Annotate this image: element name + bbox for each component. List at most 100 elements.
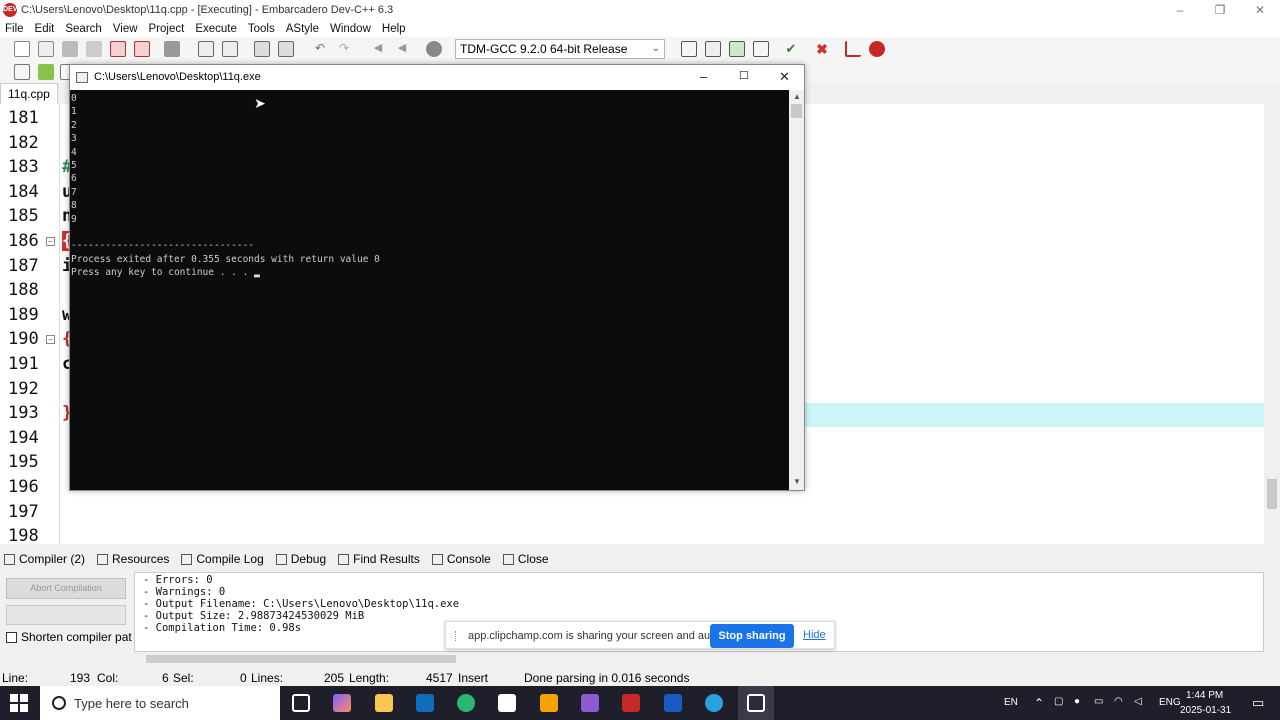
- log-scroll-thumb[interactable]: [146, 655, 456, 663]
- tab-close[interactable]: Close: [502, 552, 549, 566]
- network-icon[interactable]: ▢: [1054, 696, 1063, 707]
- menu-project[interactable]: Project: [149, 23, 185, 35]
- open-icon[interactable]: [38, 41, 54, 57]
- volume-icon[interactable]: ◁: [1134, 696, 1142, 707]
- clock-date[interactable]: 2025-01-31: [1180, 705, 1231, 716]
- paint-icon[interactable]: [540, 694, 558, 712]
- close-icon[interactable]: [110, 41, 126, 57]
- word-icon[interactable]: [664, 694, 682, 712]
- menu-view[interactable]: View: [113, 23, 138, 35]
- insert-icon[interactable]: [38, 64, 54, 80]
- minimize-button[interactable]: –: [1160, 0, 1200, 20]
- menu-file[interactable]: File: [5, 23, 24, 35]
- tab-find-results[interactable]: Find Results: [338, 552, 420, 566]
- save-all-icon[interactable]: [86, 41, 102, 57]
- input-method-indicator[interactable]: ENG: [1159, 697, 1181, 708]
- menu-execute[interactable]: Execute: [195, 23, 237, 35]
- wifi-icon[interactable]: ◠: [1114, 696, 1123, 707]
- replace-icon[interactable]: [222, 41, 238, 57]
- windows-start-icon[interactable]: [10, 694, 28, 712]
- save-icon[interactable]: [62, 41, 78, 57]
- chart-icon[interactable]: [845, 41, 861, 57]
- visual-studio-icon[interactable]: [581, 694, 599, 712]
- copilot-icon[interactable]: [333, 694, 351, 712]
- bookmark-icon[interactable]: [426, 41, 442, 57]
- clock-time[interactable]: 1:44 PM: [1186, 690, 1223, 701]
- new-file-icon[interactable]: [14, 41, 30, 57]
- log-horizontal-scrollbar[interactable]: [134, 652, 1264, 666]
- tab-console[interactable]: Console: [431, 552, 491, 566]
- language-indicator[interactable]: EN: [1004, 697, 1018, 708]
- menu-window[interactable]: Window: [330, 23, 371, 35]
- editor-scrollbar[interactable]: [1264, 104, 1280, 544]
- console-title-bar[interactable]: C:\Users\Lenovo\Desktop\11q.exe – ☐ ✕: [70, 65, 804, 90]
- close-window-button[interactable]: ✕: [1240, 0, 1280, 20]
- status-col-value: 6: [162, 671, 169, 685]
- menu-help[interactable]: Help: [382, 23, 406, 35]
- close-all-icon[interactable]: [134, 41, 150, 57]
- layout-icon[interactable]: [705, 41, 721, 57]
- devcpp-taskbar-icon[interactable]: [622, 694, 640, 712]
- undo-icon[interactable]: ↶: [312, 41, 328, 57]
- grid-icon[interactable]: [681, 41, 697, 57]
- tab-debug[interactable]: Debug: [275, 552, 326, 566]
- task-view-icon[interactable]: [292, 694, 310, 712]
- abort-compilation-button[interactable]: Abort Compilation: [6, 578, 126, 599]
- console-close-button[interactable]: ✕: [779, 69, 790, 85]
- tab-compiler[interactable]: Compiler (2): [4, 552, 85, 566]
- stop-sharing-button[interactable]: Stop sharing: [710, 624, 794, 648]
- drag-handle-icon[interactable]: [455, 631, 457, 641]
- console-window[interactable]: C:\Users\Lenovo\Desktop\11q.exe – ☐ ✕ 0 …: [69, 64, 805, 491]
- indent-icon[interactable]: [278, 41, 294, 57]
- status-sel-label: Sel:: [173, 671, 194, 685]
- taskbar-search-box[interactable]: Type here to search: [40, 686, 280, 720]
- notification-icon[interactable]: ▭: [1252, 695, 1264, 711]
- console-minimize-button[interactable]: –: [700, 69, 707, 84]
- fold-toggle-icon[interactable]: −: [46, 237, 55, 246]
- outlook-icon[interactable]: [416, 694, 434, 712]
- telegram-icon[interactable]: [705, 694, 723, 712]
- tiles-icon[interactable]: [753, 41, 769, 57]
- find-icon[interactable]: [198, 41, 214, 57]
- fold-toggle-icon[interactable]: −: [46, 335, 55, 345]
- menu-tools[interactable]: Tools: [248, 23, 275, 35]
- microphone-icon[interactable]: ●: [1074, 696, 1080, 707]
- back-icon[interactable]: ◀: [370, 41, 386, 57]
- debug-icon[interactable]: [869, 41, 885, 57]
- scroll-up-icon[interactable]: ▲: [793, 92, 801, 101]
- menu-astyle[interactable]: AStyle: [286, 23, 319, 35]
- menu-edit[interactable]: Edit: [35, 23, 55, 35]
- print-icon[interactable]: [164, 41, 180, 57]
- menu-search[interactable]: Search: [65, 23, 101, 35]
- forward-icon[interactable]: ◀: [394, 41, 410, 57]
- window-icon[interactable]: [729, 41, 745, 57]
- stop-icon[interactable]: ✖: [814, 41, 830, 57]
- maximize-button[interactable]: ❐: [1200, 0, 1240, 20]
- chevron-up-icon[interactable]: ⌃: [1034, 696, 1044, 710]
- scroll-down-icon[interactable]: ▼: [793, 477, 801, 486]
- redo-icon[interactable]: ↷: [336, 41, 352, 57]
- console-taskbar-icon[interactable]: [747, 694, 765, 712]
- tab-compiler-label: Compiler (2): [19, 552, 86, 566]
- battery-icon[interactable]: ▭: [1094, 696, 1103, 707]
- editor-scroll-thumb[interactable]: [1267, 479, 1277, 509]
- log-vertical-scrollbar[interactable]: [1264, 572, 1278, 652]
- compiler-select[interactable]: TDM-GCC 9.2.0 64-bit Release ⌄: [455, 39, 665, 59]
- edge-icon[interactable]: [457, 694, 475, 712]
- console-scrollbar[interactable]: ▲ ▼: [789, 90, 804, 490]
- console-maximize-button[interactable]: ☐: [739, 69, 749, 82]
- tab-resources[interactable]: Resources: [97, 552, 169, 566]
- file-explorer-icon[interactable]: [375, 694, 393, 712]
- console-scroll-thumb[interactable]: [791, 104, 802, 118]
- hide-link[interactable]: Hide: [803, 629, 826, 641]
- bottom-panel-tabs: Compiler (2) Resources Compile Log Debug…: [0, 548, 1280, 570]
- tab-compile-log[interactable]: Compile Log: [181, 552, 264, 566]
- checkbox-box[interactable]: [6, 631, 17, 643]
- class-icon[interactable]: [14, 64, 30, 80]
- console-output-area[interactable]: 0 1 2 3 4 5 6 7 8 9 --------------------…: [70, 90, 789, 490]
- check-icon[interactable]: ✔: [783, 41, 799, 57]
- tab-11q-cpp[interactable]: 11q.cpp: [0, 83, 58, 104]
- goto-icon[interactable]: [254, 41, 270, 57]
- store-icon[interactable]: [498, 694, 516, 712]
- shorten-paths-checkbox[interactable]: Shorten compiler pat: [6, 630, 132, 644]
